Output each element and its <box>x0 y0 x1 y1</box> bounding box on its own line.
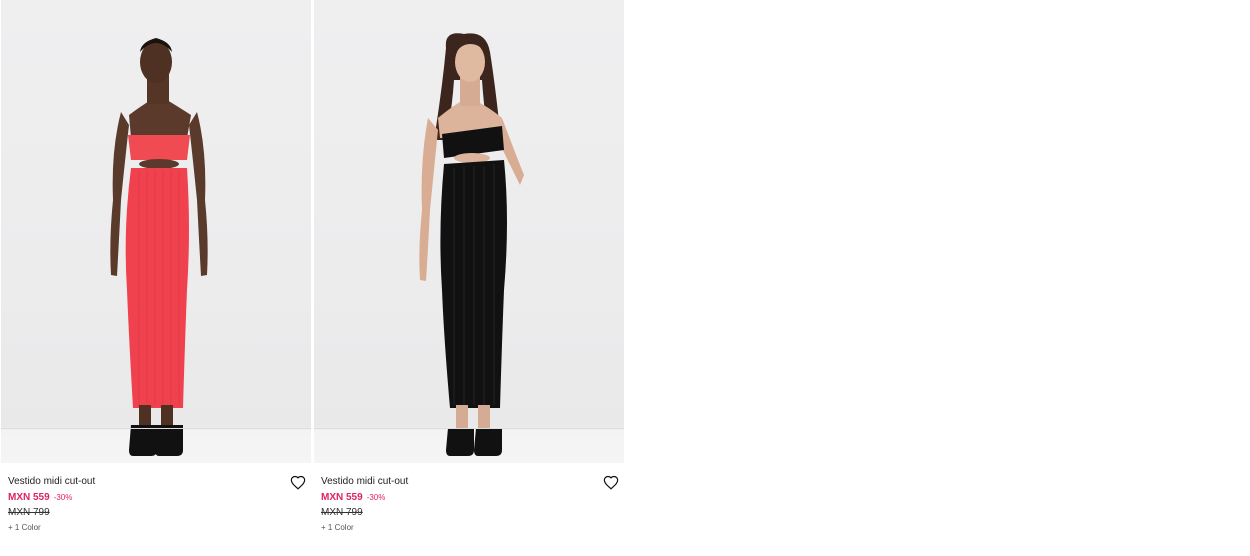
product-card[interactable]: Vestido midi cut-out MXN 559 -30% MXN 799… <box>314 0 626 555</box>
original-price: MXN 799 <box>8 507 50 518</box>
color-count[interactable]: + 1 Color <box>321 521 618 535</box>
sale-price: MXN 559 <box>321 492 363 503</box>
favorite-button[interactable] <box>602 473 620 491</box>
product-info: Vestido midi cut-out MXN 559 -30% MXN 799… <box>1 463 313 555</box>
original-price: MXN 799 <box>321 507 363 518</box>
sale-price: MXN 559 <box>8 492 50 503</box>
product-name[interactable]: Vestido midi cut-out <box>8 475 305 489</box>
model-figure-black <box>419 33 524 456</box>
discount-badge: -30% <box>53 493 73 502</box>
color-count[interactable]: + 1 Color <box>8 521 305 535</box>
product-info: Vestido midi cut-out MXN 559 -30% MXN 799… <box>314 463 626 555</box>
model-figure-coral <box>110 38 208 456</box>
product-card[interactable]: Vestido midi cut-out MXN 559 -30% MXN 799… <box>1 0 313 555</box>
product-grid: Vestido midi cut-out MXN 559 -30% MXN 799… <box>0 0 627 555</box>
discount-badge: -30% <box>366 493 386 502</box>
product-image[interactable] <box>314 0 624 463</box>
price-row: MXN 559 -30% <box>321 490 618 505</box>
price-row: MXN 559 -30% <box>8 490 305 505</box>
product-name[interactable]: Vestido midi cut-out <box>321 475 618 489</box>
heart-icon <box>290 475 306 490</box>
product-image[interactable] <box>1 0 311 463</box>
heart-icon <box>603 475 619 490</box>
favorite-button[interactable] <box>289 473 307 491</box>
